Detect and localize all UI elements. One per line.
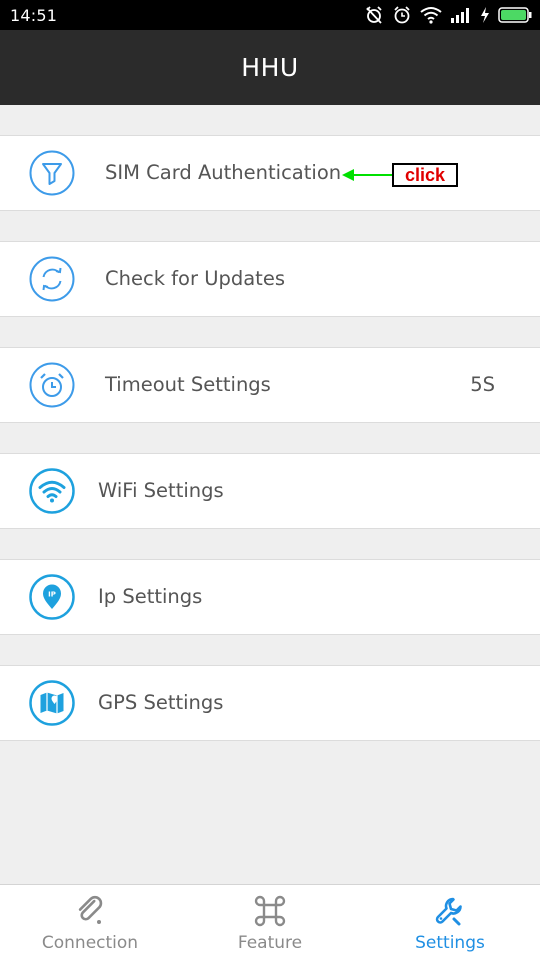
annotation-arrow-icon [342, 169, 394, 181]
alarm-clock-icon [392, 5, 412, 25]
alarm-clock-icon [29, 362, 75, 408]
settings-item-label: Timeout Settings [105, 373, 271, 396]
tab-label: Feature [237, 933, 303, 953]
wrench-icon [432, 893, 468, 929]
click-annotation: click [340, 163, 460, 187]
tab-connection[interactable]: Connection [0, 885, 180, 960]
settings-item-label: Ip Settings [98, 585, 203, 608]
settings-item-label: GPS Settings [98, 691, 224, 714]
wifi-icon [29, 468, 75, 514]
tab-settings[interactable]: Settings [360, 885, 540, 960]
ip-location-pin-icon: IP [29, 574, 75, 620]
command-icon [252, 893, 288, 929]
settings-item-check-for-updates[interactable]: Check for Updates [0, 241, 540, 317]
status-bar: 14:51 [0, 0, 540, 30]
tab-feature[interactable]: Feature [180, 885, 360, 960]
wifi-icon [420, 6, 442, 24]
charging-icon [480, 7, 490, 23]
status-time: 14:51 [10, 5, 58, 25]
click-label: click [392, 163, 458, 187]
settings-item-ip-settings[interactable]: IP Ip Settings [0, 559, 540, 635]
filter-icon [29, 150, 75, 196]
refresh-icon [29, 256, 75, 302]
settings-item-gps-settings[interactable]: GPS Settings [0, 665, 540, 741]
settings-item-label: SIM Card Authentication [105, 161, 342, 184]
signal-icon [450, 7, 472, 23]
battery-icon [498, 7, 532, 23]
bottom-tab-bar: Connection Feature Settings [0, 884, 540, 960]
settings-item-label: WiFi Settings [98, 479, 224, 502]
svg-text:IP: IP [48, 591, 56, 599]
app-bar: HHU [0, 30, 540, 105]
tab-label: Settings [415, 933, 485, 953]
alarm-off-icon [364, 5, 384, 25]
map-icon [29, 680, 75, 726]
tab-label: Connection [41, 933, 139, 953]
paperclip-icon [72, 893, 108, 929]
settings-item-wifi-settings[interactable]: WiFi Settings [0, 453, 540, 529]
settings-item-label: Check for Updates [105, 267, 285, 290]
page-title: HHU [241, 53, 299, 82]
timeout-value: 5S [470, 373, 495, 396]
settings-item-timeout-settings[interactable]: Timeout Settings 5S [0, 347, 540, 423]
status-icons [364, 5, 532, 25]
